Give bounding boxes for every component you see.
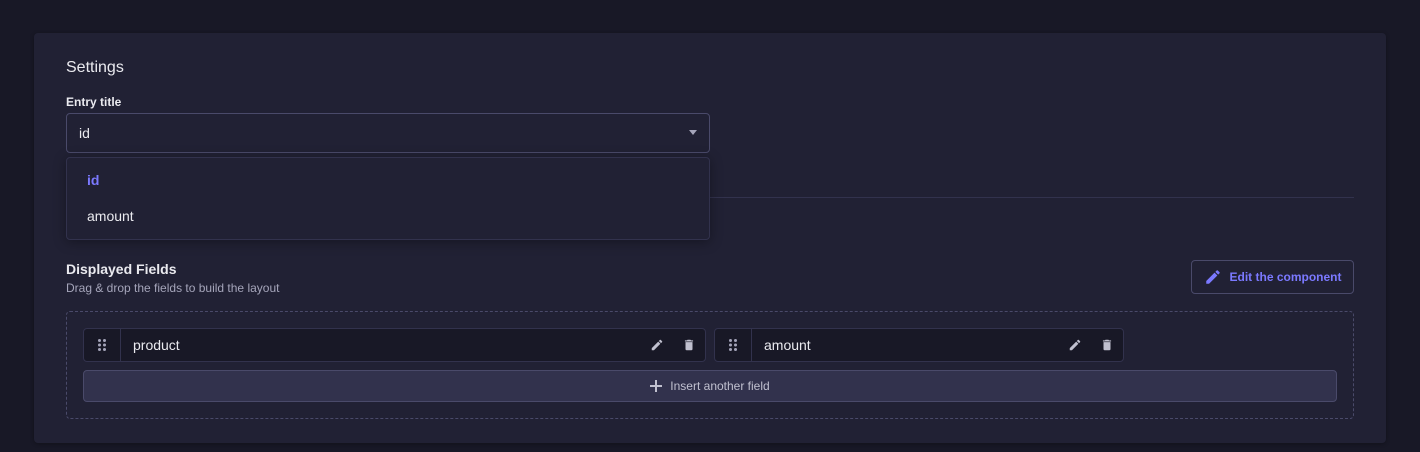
settings-card: Settings Entry title id id amount Displa… xyxy=(34,33,1386,443)
entry-title-select[interactable]: id xyxy=(66,113,710,153)
field-row-amount[interactable]: amount xyxy=(714,328,1124,362)
entry-title-label: Entry title xyxy=(66,95,122,109)
field-name: amount xyxy=(764,337,811,353)
drag-handle-icon[interactable] xyxy=(84,329,121,361)
pencil-icon[interactable] xyxy=(641,329,673,361)
pencil-icon[interactable] xyxy=(1059,329,1091,361)
displayed-fields-subtitle: Drag & drop the fields to build the layo… xyxy=(66,281,280,295)
trash-icon[interactable] xyxy=(673,329,705,361)
insert-field-label: Insert another field xyxy=(670,379,770,393)
field-row-product[interactable]: product xyxy=(83,328,706,362)
entry-title-dropdown: id amount xyxy=(66,157,710,240)
drag-handle-icon[interactable] xyxy=(715,329,752,361)
edit-component-button[interactable]: Edit the component xyxy=(1191,260,1354,294)
dropdown-option-amount[interactable]: amount xyxy=(71,198,705,234)
entry-title-value: id xyxy=(79,125,90,141)
plus-icon xyxy=(650,380,663,392)
displayed-fields-title: Displayed Fields xyxy=(66,261,177,277)
trash-icon[interactable] xyxy=(1091,329,1123,361)
pencil-icon xyxy=(1205,270,1220,284)
dropdown-option-id[interactable]: id xyxy=(71,162,705,198)
section-title: Settings xyxy=(66,59,124,76)
field-name: product xyxy=(133,337,180,353)
fields-layout-dropzone: product amount Insert another field xyxy=(66,311,1354,419)
insert-field-button[interactable]: Insert another field xyxy=(83,370,1337,402)
chevron-down-icon xyxy=(689,130,697,135)
edit-component-label: Edit the component xyxy=(1229,270,1342,284)
